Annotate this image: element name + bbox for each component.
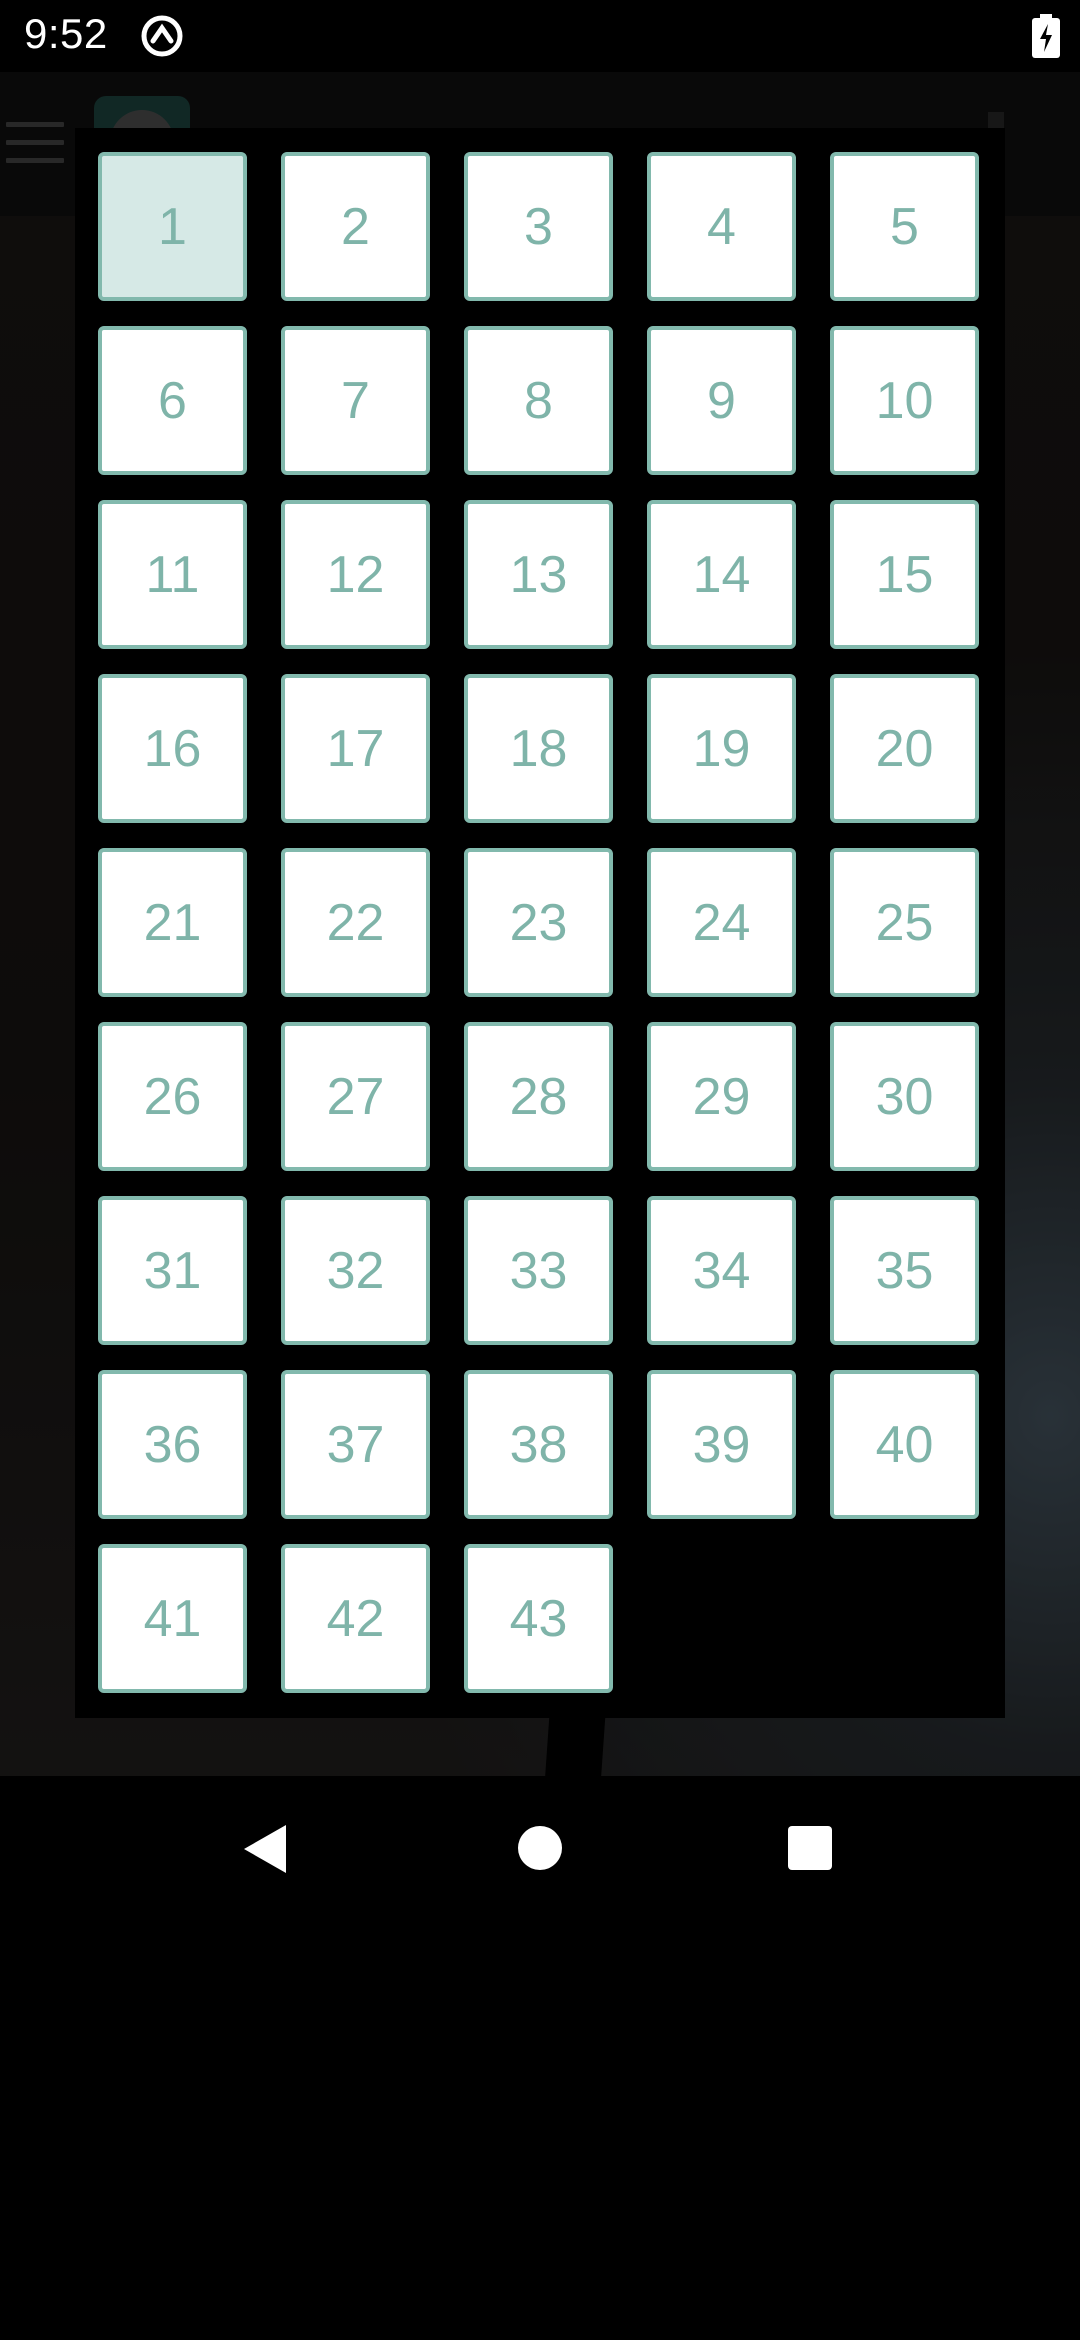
chapter-button-21[interactable]: 21 — [98, 848, 247, 997]
chapter-button-9[interactable]: 9 — [647, 326, 796, 475]
chapter-button-5[interactable]: 5 — [830, 152, 979, 301]
chapter-button-14[interactable]: 14 — [647, 500, 796, 649]
chapter-button-28[interactable]: 28 — [464, 1022, 613, 1171]
chapter-button-16[interactable]: 16 — [98, 674, 247, 823]
chapter-grid: 1 2 3 4 5 6 7 8 9 10 11 12 13 14 15 16 17 18 19 20 21 22 23 24 2… — [98, 152, 979, 1693]
chapter-button-43[interactable]: 43 — [464, 1544, 613, 1693]
recents-icon[interactable] — [788, 1826, 832, 1870]
battery-charging-icon — [1032, 14, 1060, 58]
chapter-button-3[interactable]: 3 — [464, 152, 613, 301]
chapter-button-31[interactable]: 31 — [98, 1196, 247, 1345]
back-icon[interactable] — [240, 1822, 290, 1876]
chapter-button-24[interactable]: 24 — [647, 848, 796, 997]
chapter-button-29[interactable]: 29 — [647, 1022, 796, 1171]
chapter-button-39[interactable]: 39 — [647, 1370, 796, 1519]
chapter-button-10[interactable]: 10 — [830, 326, 979, 475]
chapter-button-42[interactable]: 42 — [281, 1544, 430, 1693]
home-icon[interactable] — [518, 1826, 562, 1870]
chapter-button-34[interactable]: 34 — [647, 1196, 796, 1345]
navigation-bar — [0, 1776, 1080, 1920]
chapter-button-35[interactable]: 35 — [830, 1196, 979, 1345]
chapter-button-25[interactable]: 25 — [830, 848, 979, 997]
chapter-button-18[interactable]: 18 — [464, 674, 613, 823]
chapter-button-22[interactable]: 22 — [281, 848, 430, 997]
chapter-picker-dialog: 1 2 3 4 5 6 7 8 9 10 11 12 13 14 15 16 17 18 19 20 21 22 23 24 2… — [75, 128, 1005, 1718]
chapter-button-17[interactable]: 17 — [281, 674, 430, 823]
chapter-button-4[interactable]: 4 — [647, 152, 796, 301]
status-bar: 9:52 — [0, 0, 1080, 72]
app-notification-icon — [141, 15, 183, 57]
chapter-button-7[interactable]: 7 — [281, 326, 430, 475]
chapter-button-26[interactable]: 26 — [98, 1022, 247, 1171]
chapter-button-32[interactable]: 32 — [281, 1196, 430, 1345]
chapter-button-41[interactable]: 41 — [98, 1544, 247, 1693]
chapter-button-15[interactable]: 15 — [830, 500, 979, 649]
chapter-button-37[interactable]: 37 — [281, 1370, 430, 1519]
chapter-button-11[interactable]: 11 — [98, 500, 247, 649]
chapter-button-23[interactable]: 23 — [464, 848, 613, 997]
chapter-button-1[interactable]: 1 — [98, 152, 247, 301]
chapter-button-2[interactable]: 2 — [281, 152, 430, 301]
blank-area — [0, 1920, 1080, 2340]
chapter-button-20[interactable]: 20 — [830, 674, 979, 823]
chapter-button-19[interactable]: 19 — [647, 674, 796, 823]
chapter-button-27[interactable]: 27 — [281, 1022, 430, 1171]
status-time: 9:52 — [24, 10, 108, 57]
chapter-button-6[interactable]: 6 — [98, 326, 247, 475]
chapter-button-38[interactable]: 38 — [464, 1370, 613, 1519]
chapter-button-33[interactable]: 33 — [464, 1196, 613, 1345]
chapter-button-40[interactable]: 40 — [830, 1370, 979, 1519]
chapter-button-13[interactable]: 13 — [464, 500, 613, 649]
chapter-button-8[interactable]: 8 — [464, 326, 613, 475]
chapter-button-12[interactable]: 12 — [281, 500, 430, 649]
chapter-button-36[interactable]: 36 — [98, 1370, 247, 1519]
chapter-button-30[interactable]: 30 — [830, 1022, 979, 1171]
